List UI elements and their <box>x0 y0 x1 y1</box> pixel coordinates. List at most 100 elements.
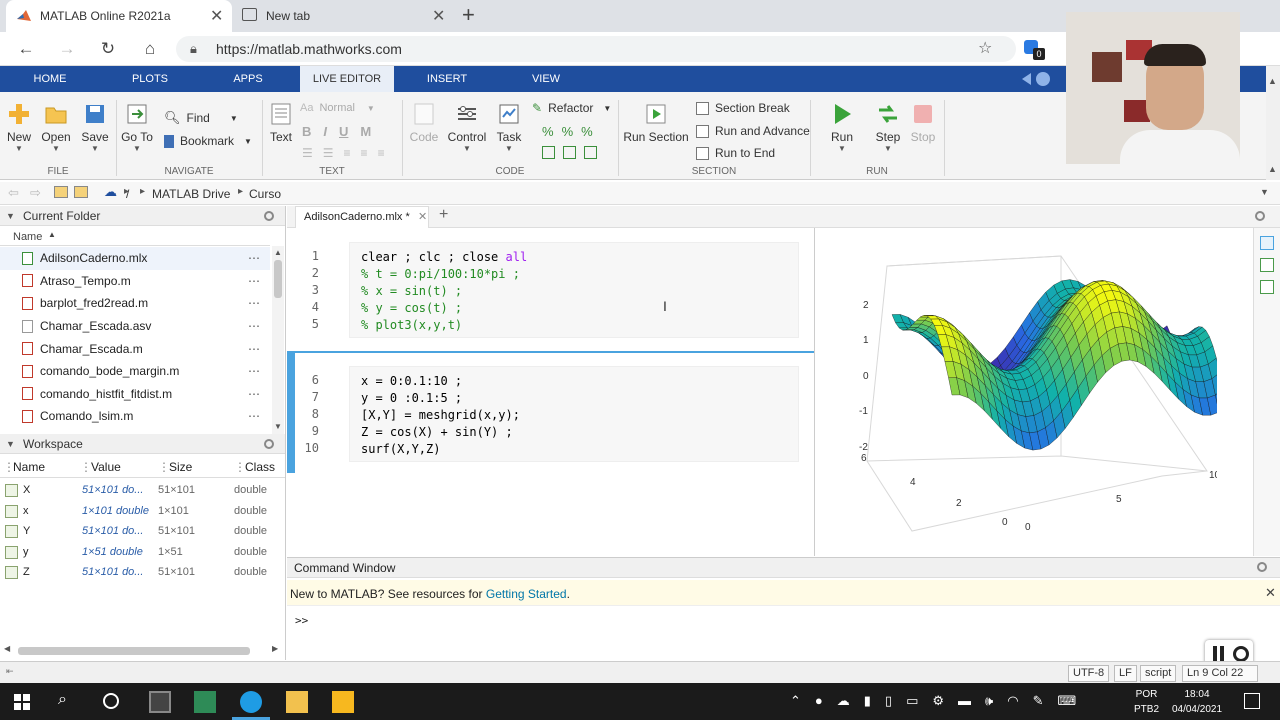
back-icon[interactable]: ← <box>14 38 38 60</box>
col-value[interactable]: Value <box>91 460 121 474</box>
battery-icon[interactable]: ▬ <box>958 693 971 709</box>
monospace-button[interactable]: M <box>360 124 371 139</box>
eol-indicator[interactable]: LF <box>1114 665 1137 682</box>
save-button[interactable]: Save ▼ <box>80 102 110 153</box>
editor-tab[interactable]: AdilsonCaderno.mlx * ✕ <box>295 206 429 228</box>
tab-plots[interactable]: PLOTS <box>122 66 178 92</box>
code-text[interactable]: x = 0:0.1:10 ; y = 0 :0.1:5 ; [X,Y] = mesh… <box>361 373 520 458</box>
col-size[interactable]: Size <box>169 460 192 474</box>
uncomment-icon[interactable]: % <box>562 124 574 139</box>
tab-live-editor[interactable]: LIVE EDITOR <box>300 66 394 92</box>
onedrive-icon[interactable]: ☁ <box>837 693 850 709</box>
code-button[interactable]: Code <box>406 102 442 144</box>
favorite-icon[interactable]: ☆ <box>978 38 992 58</box>
code-line[interactable]: % y = cos(t) ; <box>361 300 527 317</box>
search-icon[interactable]: ⌕ <box>58 691 67 709</box>
hide-code-icon[interactable] <box>1260 280 1274 294</box>
workspace-row[interactable]: y 1×51 double 1×51 double <box>0 542 285 563</box>
bookmark-button[interactable]: Bookmark ▼ <box>164 134 252 148</box>
panel-options-icon[interactable] <box>264 211 274 221</box>
add-tab-icon[interactable]: + <box>439 206 448 224</box>
code-line[interactable]: x = 0:0.1:10 ; <box>361 373 520 390</box>
edge-icon[interactable] <box>240 691 262 713</box>
code-line[interactable]: % x = sin(t) ; <box>361 283 527 300</box>
code-block[interactable]: x = 0:0.1:10 ; y = 0 :0.1:5 ; [X,Y] = mesh… <box>349 366 799 462</box>
browser-tab-newtab[interactable]: New tab ✕ <box>232 0 454 32</box>
number-list-icon[interactable]: ☰ <box>323 146 334 160</box>
pause-icon[interactable] <box>1213 646 1217 662</box>
file-list-item[interactable]: barplot_fred2read.m ⋯ <box>0 292 270 315</box>
chevron-left-icon[interactable]: ◀ <box>4 644 10 653</box>
browse-folder-icon[interactable] <box>74 186 88 198</box>
code-line[interactable]: clear ; clc ; close all <box>361 249 527 266</box>
camera-icon[interactable] <box>1233 646 1249 662</box>
panel-options-icon[interactable] <box>1257 562 1267 572</box>
reload-icon[interactable]: ↻ <box>96 38 120 60</box>
new-tab-icon[interactable]: + <box>462 2 475 28</box>
underline-button[interactable]: U <box>339 124 348 139</box>
cortana-icon[interactable] <box>103 693 119 709</box>
browser-tab-matlab[interactable]: MATLAB Online R2021a ✕ <box>6 0 232 32</box>
run-section-button[interactable]: Run Section <box>622 102 690 144</box>
output-divider[interactable] <box>814 228 815 556</box>
align-center-icon[interactable]: ≡ <box>361 146 368 160</box>
style-select[interactable]: Aa Normal ▼ <box>300 102 375 114</box>
file-explorer-icon[interactable] <box>286 691 308 713</box>
name-column[interactable]: Name <box>13 231 42 243</box>
chevron-up-icon[interactable]: ▲ <box>274 248 282 257</box>
more-actions-icon[interactable]: ⋯ <box>248 251 260 265</box>
italic-button[interactable]: I <box>323 124 327 139</box>
find-button[interactable]: 🔍︎ Find ▼ <box>164 110 238 126</box>
tab-view[interactable]: VIEW <box>520 66 572 92</box>
collapse-icon[interactable] <box>1022 73 1031 85</box>
task-button[interactable]: Task ▼ <box>494 102 524 153</box>
task-view-icon[interactable] <box>149 691 171 713</box>
align-right-icon[interactable]: ≡ <box>378 146 385 160</box>
file-list-item[interactable]: Comando_lsim.m ⋯ <box>0 405 270 428</box>
surface-plot[interactable]: 2 1 0 -1 -2 6 4 2 0 0 5 10 <box>827 246 1217 546</box>
refactor-button[interactable]: ✎ Refactor ▼ <box>532 101 611 115</box>
up-folder-icon[interactable] <box>54 186 68 198</box>
more-actions-icon[interactable]: ⋯ <box>248 387 260 401</box>
decrease-indent-icon[interactable] <box>563 146 576 159</box>
wrap-comment-icon[interactable]: % <box>581 124 593 139</box>
more-actions-icon[interactable]: ⋯ <box>248 409 260 423</box>
getting-started-link[interactable]: Getting Started <box>486 587 567 601</box>
url-input[interactable]: 🔒︎ https://matlab.mathworks.com <box>176 36 1016 62</box>
language-indicator[interactable]: POR PTB2 <box>1134 687 1159 717</box>
chevron-down-icon[interactable]: ▼ <box>6 206 15 226</box>
run-button[interactable]: Run ▼ <box>826 102 858 153</box>
file-list-item[interactable]: AdilsonCaderno.mlx ⋯ <box>0 247 270 270</box>
breadcrumb-folder[interactable]: Curso <box>249 187 281 201</box>
col-class[interactable]: Class <box>245 460 275 474</box>
chevron-up-icon[interactable]: ⌃ <box>790 693 801 709</box>
bold-button[interactable]: B <box>302 124 311 139</box>
scroll-thumb[interactable] <box>274 260 282 298</box>
code-block[interactable]: clear ; clc ; close all% t = 0:pi/100:10… <box>349 242 799 338</box>
more-actions-icon[interactable]: ⋯ <box>248 342 260 356</box>
breadcrumb-drive[interactable]: MATLAB Drive <box>152 187 230 201</box>
stop-button[interactable]: Stop <box>908 102 938 144</box>
wifi-icon[interactable]: ◠ <box>1007 693 1018 709</box>
run-to-end-button[interactable]: Run to End <box>696 146 775 160</box>
file-list-item[interactable]: comando_bode_margin.m ⋯ <box>0 360 270 383</box>
chevron-down-icon[interactable]: ▼ <box>6 434 15 454</box>
file-list-scrollbar[interactable]: ▲ ▼ <box>272 246 284 434</box>
more-actions-icon[interactable]: ⋯ <box>248 274 260 288</box>
output-inline-icon[interactable] <box>1260 258 1274 272</box>
cloud-icon[interactable]: ☁ <box>104 184 117 200</box>
file-list-item[interactable]: Chamar_Escada.asv ⋯ <box>0 315 270 338</box>
keyboard-icon[interactable]: ⌨ <box>1057 693 1076 709</box>
run-advance-button[interactable]: Run and Advance <box>696 124 810 138</box>
notepad-icon[interactable] <box>194 691 216 713</box>
chevron-up-icon[interactable]: ▲ <box>1268 164 1277 174</box>
workspace-row[interactable]: Y 51×101 do... 51×101 double <box>0 521 285 542</box>
home-icon[interactable]: ⌂ <box>138 38 162 60</box>
close-tab-icon[interactable]: ✕ <box>432 6 445 26</box>
file-list-item[interactable]: Chamar_Escada.m ⋯ <box>0 337 270 360</box>
comment-icon[interactable]: % <box>542 124 554 139</box>
workspace-row[interactable]: X 51×101 do... 51×101 double <box>0 480 285 501</box>
windows-start-icon[interactable] <box>14 694 30 710</box>
more-actions-icon[interactable]: ⋯ <box>248 296 260 310</box>
col-name[interactable]: Name <box>13 460 45 474</box>
